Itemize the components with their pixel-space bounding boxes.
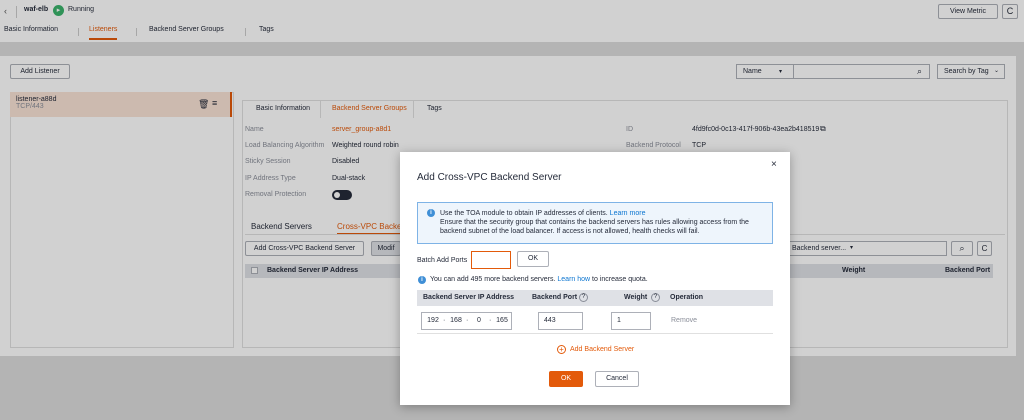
dialog-title: Add Cross-VPC Backend Server <box>417 172 562 183</box>
quota-message: You can add 495 more backend servers. <box>430 276 556 283</box>
info-icon: i <box>427 209 435 217</box>
help-icon[interactable]: ? <box>651 293 660 302</box>
column-port: Backend Port <box>532 294 578 301</box>
server-table-header: Backend Server IP Address Backend Port ?… <box>417 290 773 306</box>
backend-port-input[interactable]: 443 <box>538 312 583 330</box>
weight-input[interactable]: 1 <box>611 312 651 330</box>
ip-dot: · <box>443 317 446 324</box>
add-circle-icon[interactable]: + <box>557 345 566 354</box>
batch-add-ports-label: Batch Add Ports <box>417 257 468 264</box>
ip-octet-2[interactable]: 168 <box>448 317 464 324</box>
quota-info-icon: i <box>418 276 426 284</box>
learn-more-link[interactable]: Learn more <box>610 210 646 217</box>
info-text: Use the TOA module to obtain IP addresse… <box>440 209 770 236</box>
ok-button[interactable]: OK <box>549 371 583 387</box>
quota-text: You can add 495 more backend servers. Le… <box>430 276 648 283</box>
ip-octet-4[interactable]: 165 <box>494 317 510 324</box>
ip-octet-3[interactable]: 0 <box>471 317 487 324</box>
row-divider <box>417 333 773 334</box>
ip-dot: · <box>466 317 469 324</box>
info-banner: i Use the TOA module to obtain IP addres… <box>417 202 773 244</box>
info-line-2: Ensure that the security group that cont… <box>440 219 749 226</box>
column-ip: Backend Server IP Address <box>423 294 515 301</box>
column-operation: Operation <box>670 294 704 301</box>
ip-octet-1[interactable]: 192 <box>425 317 441 324</box>
info-line-1: Use the TOA module to obtain IP addresse… <box>440 210 608 217</box>
ip-address-input[interactable]: 192 · 168 · 0 · 165 <box>421 312 512 330</box>
batch-ports-input[interactable] <box>471 251 511 269</box>
quota-suffix: to increase quota. <box>592 276 648 283</box>
help-icon[interactable]: ? <box>579 293 588 302</box>
info-line-3: backend subnet of the load balancer. If … <box>440 228 700 235</box>
batch-ok-button[interactable]: OK <box>517 251 549 267</box>
cancel-button[interactable]: Cancel <box>595 371 639 387</box>
close-icon[interactable]: × <box>771 159 777 170</box>
learn-how-link[interactable]: Learn how <box>557 276 590 283</box>
add-cross-vpc-dialog: Add Cross-VPC Backend Server × i Use the… <box>400 152 790 405</box>
ip-dot: · <box>489 317 492 324</box>
remove-link[interactable]: Remove <box>671 317 697 324</box>
add-backend-server-link[interactable]: Add Backend Server <box>570 346 634 353</box>
column-weight: Weight <box>624 294 648 301</box>
